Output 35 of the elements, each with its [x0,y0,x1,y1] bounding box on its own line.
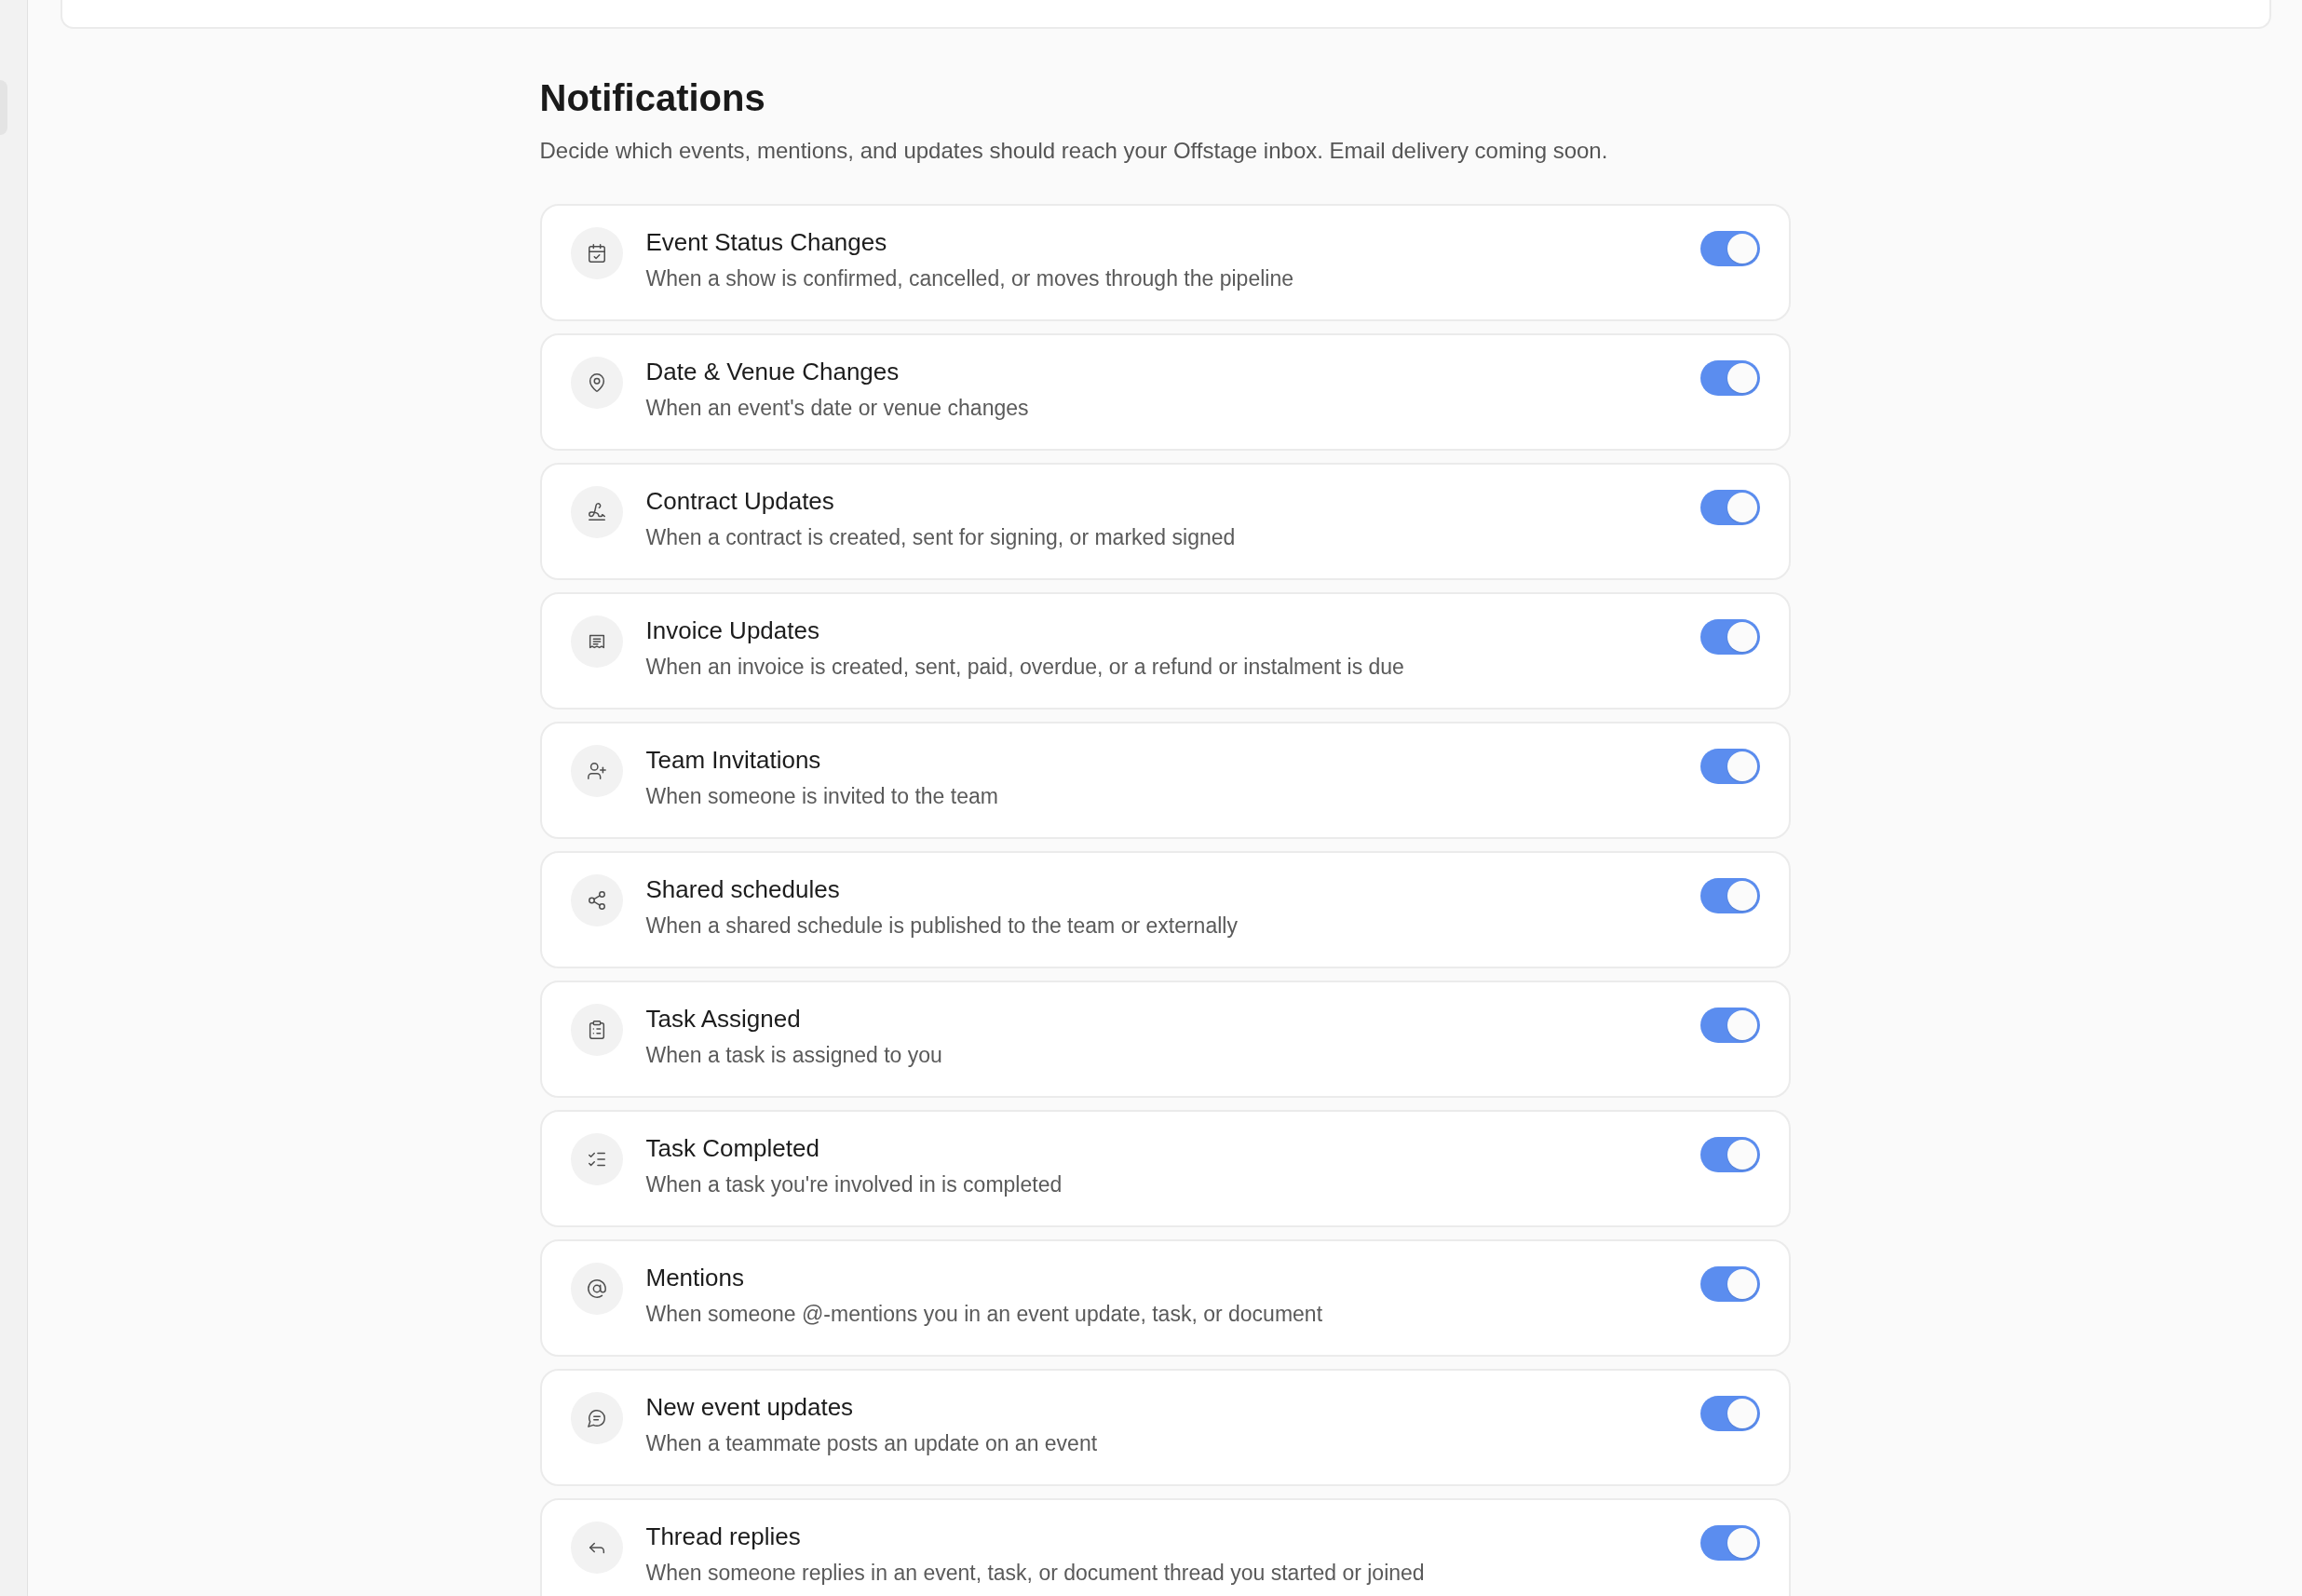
toggle-switch[interactable] [1699,619,1760,655]
notification-description: When someone @-mentions you in an event update, task, or document [645,1301,1324,1328]
toggle-switch[interactable] [1699,231,1760,266]
notification-title: Task Assigned [645,1004,802,1035]
notification-title: Task Completed [645,1133,820,1164]
notification-description: When an invoice is created, sent, paid, overdue, or a refund or instalment is due [645,654,1405,681]
toggle-switch[interactable] [1699,1525,1760,1561]
notification-description: When a contract is created, sent for signing, or marked signed [645,524,1237,551]
notification-title: Contract Updates [645,486,835,517]
notification-description: When someone is invited to the team [645,783,999,810]
toggle-switch[interactable] [1699,749,1760,784]
notification-description: When someone replies in an event, task, or document thread you started or joined [645,1560,1426,1587]
notification-description: When an event's date or venue changes [645,395,1030,422]
notification-title: New event updates [645,1392,855,1423]
toggle-switch[interactable] [1699,1137,1760,1172]
toggle-switch[interactable] [1699,490,1760,525]
toggle-switch[interactable] [1699,1396,1760,1431]
notification-title: Shared schedules [645,874,841,905]
toggle-switch[interactable] [1699,360,1760,396]
notification-description: When a shared schedule is published to the team or externally [645,913,1239,940]
toggle-switch[interactable] [1699,878,1760,913]
notification-title: Date & Venue Changes [645,357,900,387]
page-subtitle: Decide which events, mentions, and updates should reach your Offstage inbox. Email delivery coming soon. [539,137,1609,165]
notification-title: Invoice Updates [645,615,820,646]
notification-description: When a task is assigned to you [645,1042,943,1069]
toggle-switch[interactable] [1699,1008,1760,1043]
notification-title: Thread replies [645,1522,802,1552]
notification-title: Event Status Changes [645,227,888,258]
toggle-switch[interactable] [1699,1266,1760,1302]
notification-description: When a task you're involved in is completed [645,1171,1063,1198]
notification-description: When a show is confirmed, cancelled, or moves through the pipeline [645,265,1294,292]
notification-title: Team Invitations [645,745,822,776]
notification-title: Mentions [645,1263,745,1293]
page-title: Notifications [539,76,766,120]
notification-description: When a teammate posts an update on an event [645,1430,1099,1457]
